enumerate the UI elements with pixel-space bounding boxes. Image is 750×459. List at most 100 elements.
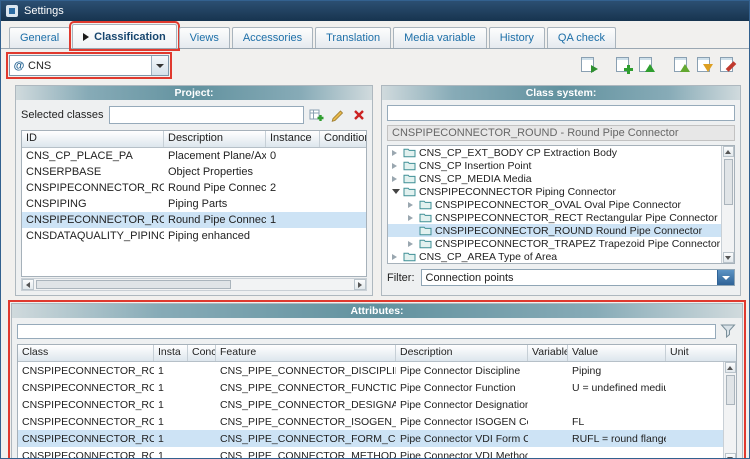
tab-history[interactable]: History [489, 27, 545, 48]
filter-dropdown-button[interactable] [717, 270, 734, 285]
attributes-vertical-scrollbar[interactable] [723, 362, 736, 459]
tab-qa-check[interactable]: QA check [547, 27, 616, 48]
class-tree-item[interactable]: CNSPIPECONNECTOR_ROUND Round Pipe Connec… [388, 224, 734, 237]
scroll-left-button[interactable] [22, 279, 34, 290]
tree-item-label: CNS_CP_MEDIA Media [419, 173, 532, 185]
catalog-transfer-icon[interactable] [673, 57, 691, 74]
xml-edit-icon[interactable] [719, 57, 737, 74]
project-class-row[interactable]: CNS_CP_PLACE_PA Placement Plane/Axis 0 [22, 148, 366, 164]
project-class-row[interactable]: CNSPIPECONNECTOR_ROUND Round Pipe Connec… [22, 212, 366, 228]
class-tree-item[interactable]: CNS_CP_MEDIA Media [388, 172, 734, 185]
filter-label: Filter: [387, 272, 415, 284]
col-value[interactable]: Value [568, 345, 666, 361]
tab-translation[interactable]: Translation [315, 27, 391, 48]
add-class-icon[interactable] [309, 107, 325, 123]
arrow-left-icon [26, 282, 30, 288]
col-instance[interactable]: Instance [266, 131, 320, 147]
xml-import-icon[interactable] [696, 57, 714, 74]
class-tree-item[interactable]: CNSPIPECONNECTOR_RECT Rectangular Pipe C… [388, 211, 734, 224]
class-tree-item[interactable]: CNS_CP_EXT_BODY CP Extraction Body [388, 146, 734, 159]
classification-context-combo[interactable]: @ CNS [9, 55, 169, 76]
cell-instance: 1 [154, 382, 188, 394]
cell-description: Pipe Connector VDI Method [396, 450, 528, 459]
tab-general[interactable]: General [9, 27, 70, 48]
edit-class-icon[interactable] [330, 107, 346, 123]
tree-chevron-icon[interactable] [408, 202, 416, 208]
tree-chevron-icon[interactable] [392, 163, 400, 169]
selected-classes-row: Selected classes [21, 106, 367, 124]
tree-chevron-icon[interactable] [392, 254, 400, 260]
tab-media-variable[interactable]: Media variable [393, 27, 487, 48]
tree-chevron-icon[interactable] [392, 176, 400, 182]
tab-classification[interactable]: Classification [72, 24, 177, 48]
tab-views[interactable]: Views [179, 27, 230, 48]
project-class-row[interactable]: CNSPIPECONNECTOR_ROUND Round Pipe Connec… [22, 180, 366, 196]
col-instance[interactable]: Insta [154, 345, 188, 361]
folder-icon [403, 251, 416, 262]
selected-classes-input[interactable] [109, 106, 304, 124]
project-class-row[interactable]: CNSERPBASE Object Properties [22, 164, 366, 180]
tree-chevron-icon[interactable] [408, 241, 416, 247]
tree-chevron-icon[interactable] [392, 150, 400, 156]
col-description[interactable]: Description [396, 345, 528, 361]
col-conc[interactable]: Conc [188, 345, 216, 361]
class-tree-item[interactable]: CNSPIPECONNECTOR_TRAPEZ Trapezoid Pipe C… [388, 237, 734, 250]
tree-vertical-scrollbar[interactable] [721, 146, 734, 263]
catalog-upload-icon[interactable] [638, 57, 656, 74]
attribute-row[interactable]: CNSPIPECONNECTOR_ROUND 1 CNS_PIPE_CONNEC… [18, 379, 736, 396]
attribute-row[interactable]: CNSPIPECONNECTOR_ROUND 1 CNS_PIPE_CONNEC… [18, 430, 736, 447]
class-tree-item[interactable]: CNSPIPECONNECTOR_OVAL Oval Pipe Connecto… [388, 198, 734, 211]
project-horizontal-scrollbar[interactable] [21, 278, 367, 291]
attribute-row[interactable]: CNSPIPECONNECTOR_ROUND 1 CNS_PIPE_CONNEC… [18, 447, 736, 459]
cell-instance: 1 [154, 399, 188, 411]
tab-label: QA check [558, 32, 605, 44]
titlebar: Settings [1, 1, 749, 21]
attribute-row[interactable]: CNSPIPECONNECTOR_ROUND 1 CNS_PIPE_CONNEC… [18, 362, 736, 379]
class-tree-item[interactable]: CNS_CP Insertion Point [388, 159, 734, 172]
scroll-right-button[interactable] [354, 279, 366, 290]
scrollbar-thumb[interactable] [724, 159, 733, 205]
class-tree-item[interactable]: CNSPIPECONNECTOR Piping Connector [388, 185, 734, 198]
scrollbar-thumb[interactable] [36, 280, 231, 289]
remove-class-icon[interactable] [351, 107, 367, 123]
scrollbar-thumb[interactable] [726, 375, 735, 405]
attributes-table-body: CNSPIPECONNECTOR_ROUND 1 CNS_PIPE_CONNEC… [18, 362, 736, 459]
cell-feature: CNS_PIPE_CONNECTOR_FORM_CODE [216, 433, 396, 445]
col-unit[interactable]: Unit [666, 345, 724, 361]
class-tree-items: CNS_CP_EXT_BODY CP Extraction Body CNS_C… [388, 146, 734, 263]
scroll-up-button[interactable] [725, 362, 736, 373]
cell-description: Pipe Connector Designation [396, 399, 528, 411]
tree-filter-combo[interactable]: Connection points [421, 269, 736, 286]
project-class-row[interactable]: CNSPIPING Piping Parts [22, 196, 366, 212]
table-import-icon[interactable] [615, 57, 633, 74]
col-feature[interactable]: Feature [216, 345, 396, 361]
tab-label: History [500, 32, 534, 44]
cell-description: Round Pipe Connector [164, 182, 266, 194]
tree-chevron-icon[interactable] [408, 215, 416, 221]
cell-description: Piping Parts [164, 198, 266, 210]
table-export-icon[interactable] [580, 57, 598, 74]
class-tree-item[interactable]: CNS_CP_AREA Type of Area [388, 250, 734, 263]
attributes-filter-input[interactable] [17, 324, 716, 339]
chevron-down-icon [722, 276, 730, 280]
col-class[interactable]: Class [18, 345, 154, 361]
tab-accessories[interactable]: Accessories [232, 27, 313, 48]
project-class-row[interactable]: CNSDATAQUALITY_PIPING Piping enhanced [22, 228, 366, 244]
attribute-row[interactable]: CNSPIPECONNECTOR_ROUND 1 CNS_PIPE_CONNEC… [18, 413, 736, 430]
scroll-down-button[interactable] [723, 252, 734, 263]
col-description[interactable]: Description [164, 131, 266, 147]
col-condition[interactable]: Condition [320, 131, 366, 147]
scroll-down-button[interactable] [725, 453, 736, 459]
class-search-input[interactable] [387, 105, 735, 121]
arrow-right-icon [358, 282, 362, 288]
tab-label: Classification [94, 31, 166, 43]
filter-funnel-icon[interactable] [720, 323, 736, 339]
attribute-row[interactable]: CNSPIPECONNECTOR_ROUND 1 CNS_PIPE_CONNEC… [18, 396, 736, 413]
combo-dropdown-button[interactable] [151, 56, 168, 75]
arrow-up-icon [727, 366, 733, 370]
col-variable[interactable]: Variable [528, 345, 568, 361]
col-id[interactable]: ID [22, 131, 164, 147]
tab-label: Translation [326, 32, 380, 44]
scroll-up-button[interactable] [723, 146, 734, 157]
tree-chevron-icon[interactable] [392, 189, 400, 194]
